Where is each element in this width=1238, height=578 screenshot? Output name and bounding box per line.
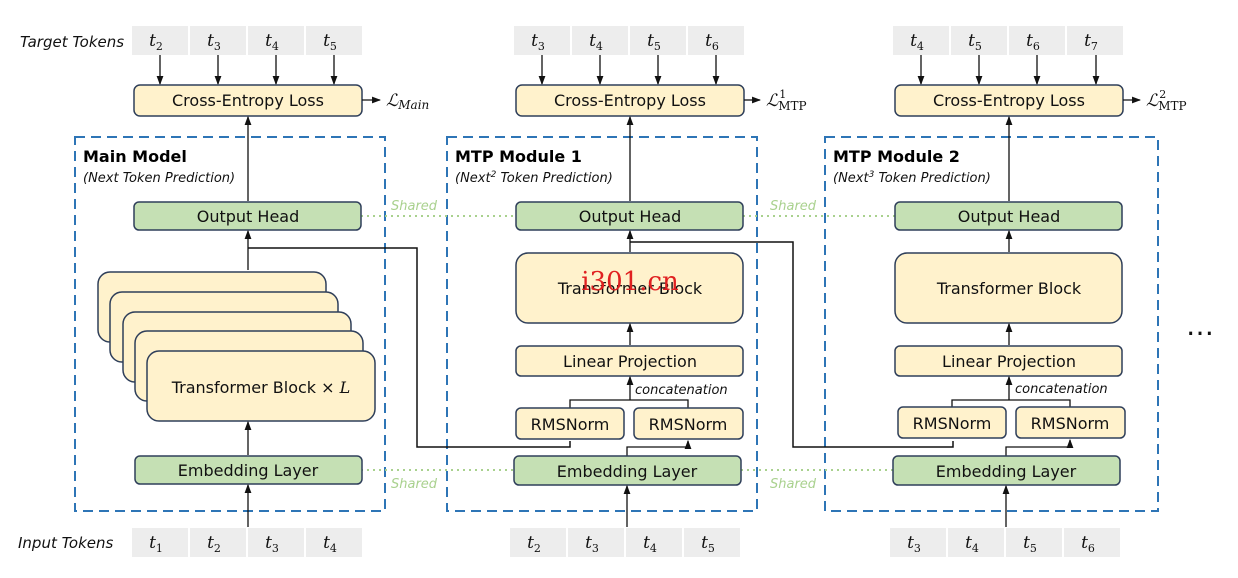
mtp1-linear-projection-label: Linear Projection bbox=[563, 352, 697, 371]
mtp-diagram: Target Tokens Input Tokens Main Model (N… bbox=[18, 26, 1214, 557]
target-tokens-label: Target Tokens bbox=[20, 33, 124, 51]
mtp1-rmsnorm-right-label: RMSNorm bbox=[649, 415, 728, 434]
mtp2-loss-symbol: ℒ2 MTP bbox=[1146, 88, 1187, 113]
mtp2-linear-projection-label: Linear Projection bbox=[942, 352, 1076, 371]
mtp2-concatenation-label: concatenation bbox=[1015, 382, 1108, 397]
shared-label-embedding-2: Shared bbox=[770, 477, 817, 492]
mtp-module-2: t4 t5 t6 t7 Cross-Entropy Loss ℒ2 MTP Output… bbox=[890, 26, 1187, 557]
watermark-text: i301.cn bbox=[581, 267, 679, 297]
mtp1-loss-block-label: Cross-Entropy Loss bbox=[554, 91, 706, 110]
mtp2-rmsnorm-left-label: RMSNorm bbox=[913, 414, 992, 433]
mtp2-embedding-label: Embedding Layer bbox=[936, 462, 1077, 481]
mtp1-loss-symbol: ℒ1 MTP bbox=[766, 88, 807, 113]
main-loss-block-label: Cross-Entropy Loss bbox=[172, 91, 324, 110]
shared-label-output-1: Shared bbox=[391, 199, 438, 214]
main-model: t2 t3 t4 t5 Cross-Entropy Loss ℒMain Output… bbox=[97, 26, 429, 557]
mtp2-output-head-label: Output Head bbox=[958, 207, 1061, 226]
main-model-subtitle: (Next Token Prediction) bbox=[83, 171, 235, 186]
mtp2-transformer-label: Transformer Block bbox=[936, 279, 1082, 298]
mtp-module-2-title: MTP Module 2 bbox=[833, 147, 960, 166]
mtp1-rmsnorm-left-label: RMSNorm bbox=[531, 415, 610, 434]
mtp1-output-head-label: Output Head bbox=[579, 207, 682, 226]
mtp2-loss-block-label: Cross-Entropy Loss bbox=[933, 91, 1085, 110]
mtp-module-1-subtitle: (Next2 Token Prediction) bbox=[455, 170, 613, 186]
more-modules-ellipsis: … bbox=[1186, 309, 1214, 342]
mtp-module-1-frame bbox=[446, 136, 758, 512]
main-loss-symbol: ℒMain bbox=[386, 91, 429, 112]
input-tokens-label: Input Tokens bbox=[18, 534, 114, 552]
main-output-head-label: Output Head bbox=[197, 207, 300, 226]
main-transformer-label: Transformer Block × L bbox=[171, 378, 351, 397]
mtp-module-2-subtitle: (Next3 Token Prediction) bbox=[833, 170, 991, 186]
main-embedding-label: Embedding Layer bbox=[178, 461, 319, 480]
mtp-module-2-frame bbox=[824, 136, 1159, 512]
shared-label-output-2: Shared bbox=[770, 199, 817, 214]
shared-label-embedding-1: Shared bbox=[391, 477, 438, 492]
mtp2-rmsnorm-right-label: RMSNorm bbox=[1031, 414, 1110, 433]
mtp1-embedding-label: Embedding Layer bbox=[557, 462, 698, 481]
main-model-title: Main Model bbox=[83, 147, 187, 166]
mtp1-concatenation-label: concatenation bbox=[635, 383, 728, 398]
mtp-module-1-title: MTP Module 1 bbox=[455, 147, 582, 166]
mtp-module-1: t3 t4 t5 t6 Cross-Entropy Loss ℒ1 MTP Output… bbox=[510, 26, 807, 557]
